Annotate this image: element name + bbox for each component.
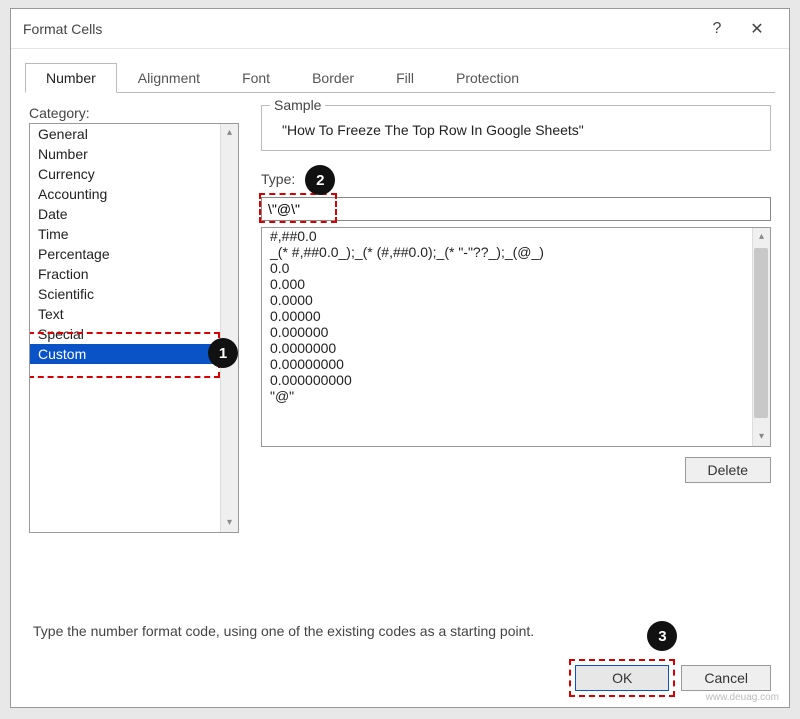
list-item[interactable]: 0.000000000 — [262, 372, 770, 388]
list-item[interactable]: #,##0.0 — [262, 228, 770, 244]
titlebar: Format Cells ? ✕ — [11, 9, 789, 49]
tab-fill[interactable]: Fill — [375, 63, 435, 93]
list-item[interactable]: _(* #,##0.0_);_(* (#,##0.0);_(* "-"??_);… — [262, 244, 770, 260]
category-listbox[interactable]: General Number Currency Accounting Date … — [29, 123, 239, 533]
list-item[interactable]: 0.0 — [262, 260, 770, 276]
list-item[interactable]: Fraction — [30, 264, 238, 284]
scroll-thumb[interactable] — [754, 248, 768, 418]
watermark: www.deuag.com — [706, 692, 779, 703]
help-button[interactable]: ? — [697, 20, 737, 38]
scrollbar[interactable]: ▴ ▾ — [752, 228, 770, 446]
list-item[interactable]: Time — [30, 224, 238, 244]
tab-border[interactable]: Border — [291, 63, 375, 93]
list-item-custom[interactable]: Custom — [30, 344, 238, 364]
dialog-title: Format Cells — [23, 21, 697, 37]
list-item[interactable]: 0.0000 — [262, 292, 770, 308]
scroll-down-icon[interactable]: ▾ — [221, 514, 238, 532]
list-item[interactable]: Text — [30, 304, 238, 324]
scroll-down-icon[interactable]: ▾ — [753, 428, 770, 446]
sample-value: "How To Freeze The Top Row In Google She… — [272, 122, 760, 138]
scrollbar[interactable]: ▴ ▾ — [220, 124, 238, 532]
list-item[interactable]: 0.000000 — [262, 324, 770, 340]
list-item[interactable]: General — [30, 124, 238, 144]
format-list[interactable]: #,##0.0 _(* #,##0.0_);_(* (#,##0.0);_(* … — [261, 227, 771, 447]
list-item[interactable]: 0.000 — [262, 276, 770, 292]
format-cells-dialog: Format Cells ? ✕ Number Alignment Font B… — [10, 8, 790, 708]
ok-button[interactable]: OK — [575, 665, 669, 691]
scroll-up-icon[interactable]: ▴ — [221, 124, 238, 142]
dialog-footer: OK 3 Cancel — [11, 653, 789, 707]
delete-button[interactable]: Delete — [685, 457, 771, 483]
tab-font[interactable]: Font — [221, 63, 291, 93]
list-item[interactable]: Special — [30, 324, 238, 344]
list-item[interactable]: Scientific — [30, 284, 238, 304]
list-item[interactable]: 0.00000000 — [262, 356, 770, 372]
list-item[interactable]: Currency — [30, 164, 238, 184]
list-item[interactable]: Number — [30, 144, 238, 164]
type-input[interactable] — [261, 197, 771, 221]
cancel-button[interactable]: Cancel — [681, 665, 771, 691]
tab-strip: Number Alignment Font Border Fill Protec… — [25, 63, 775, 93]
list-item[interactable]: Date — [30, 204, 238, 224]
category-label: Category: — [29, 105, 239, 121]
sample-fieldset: Sample "How To Freeze The Top Row In Goo… — [261, 105, 771, 151]
list-item[interactable]: "@" — [262, 388, 770, 404]
list-item[interactable]: Accounting — [30, 184, 238, 204]
list-item[interactable]: 0.00000 — [262, 308, 770, 324]
close-button[interactable]: ✕ — [737, 19, 777, 39]
scroll-up-icon[interactable]: ▴ — [753, 228, 770, 246]
list-item[interactable]: Percentage — [30, 244, 238, 264]
callout-1: 1 — [208, 338, 238, 368]
tab-alignment[interactable]: Alignment — [117, 63, 221, 93]
tab-protection[interactable]: Protection — [435, 63, 540, 93]
list-item[interactable]: 0.0000000 — [262, 340, 770, 356]
callout-2: 2 — [305, 165, 335, 195]
type-label: Type: — [261, 171, 295, 187]
tab-number[interactable]: Number — [25, 63, 117, 93]
category-panel: Category: General Number Currency Accoun… — [29, 105, 239, 609]
type-label-row: Type: 2 — [261, 165, 771, 195]
dialog-body: Category: General Number Currency Accoun… — [11, 93, 789, 653]
sample-legend: Sample — [270, 97, 325, 113]
right-panel: Sample "How To Freeze The Top Row In Goo… — [261, 105, 771, 609]
